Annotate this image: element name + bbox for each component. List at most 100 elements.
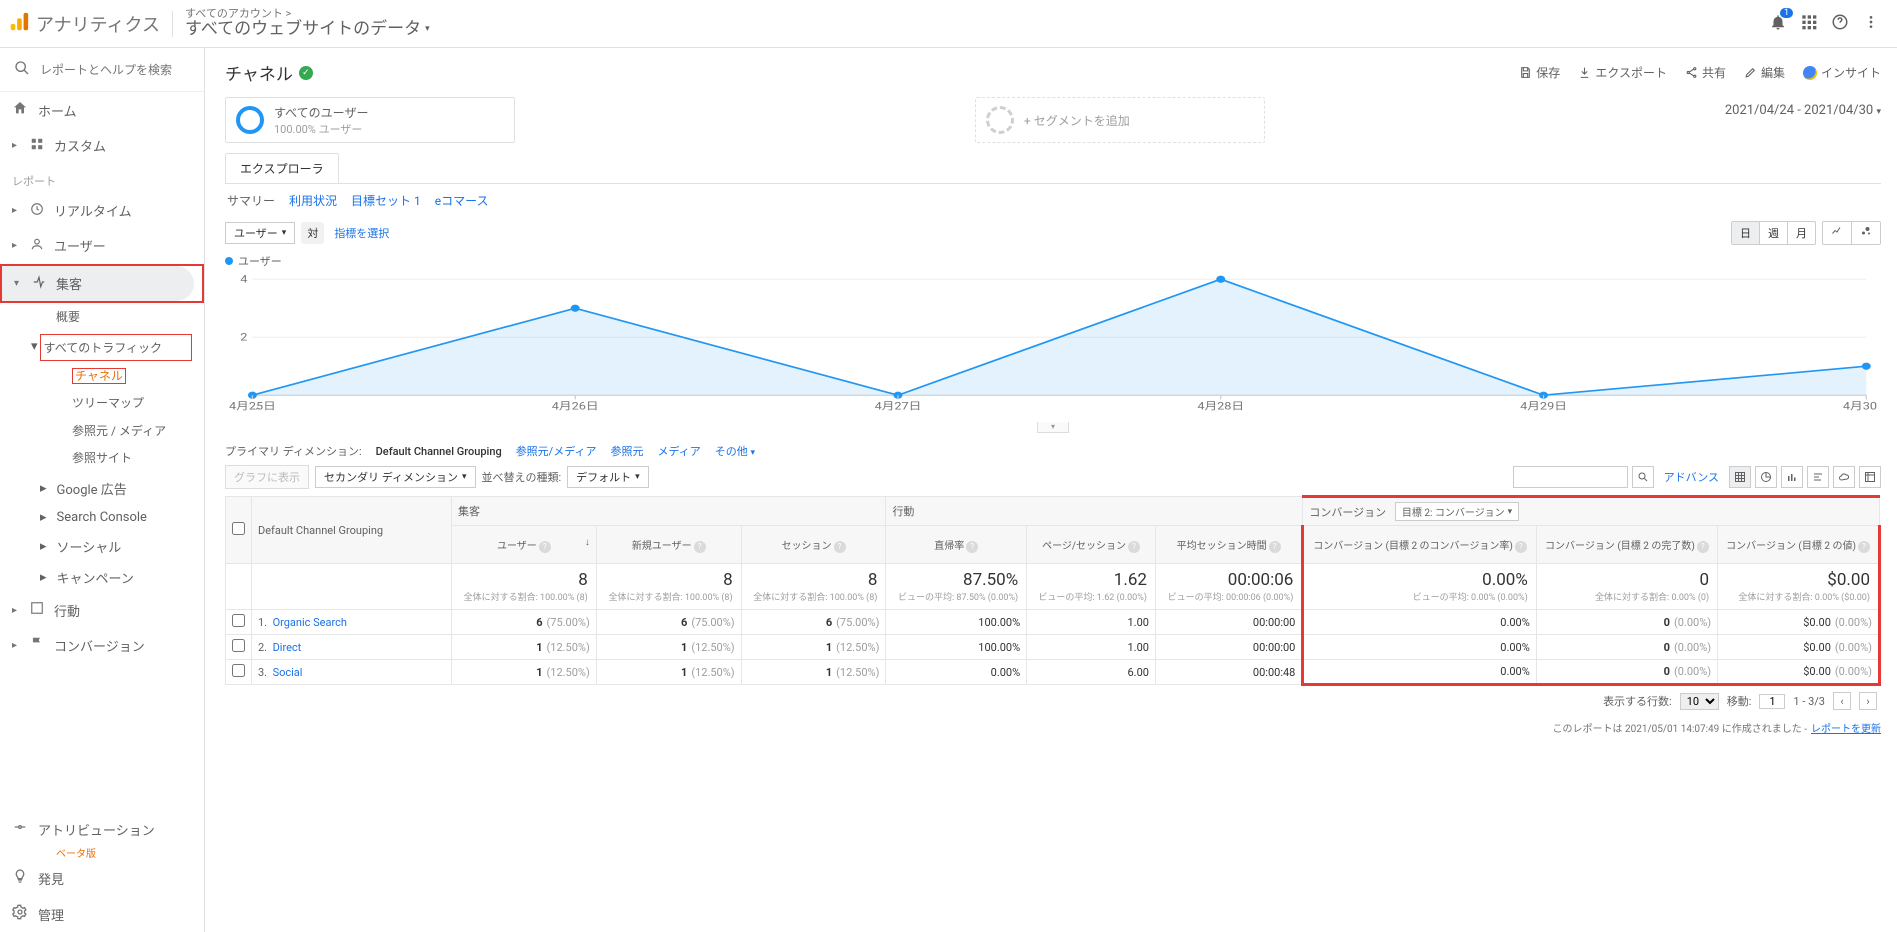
nav-acq-referrals[interactable]: 参照サイト bbox=[0, 445, 204, 473]
select-metric-link[interactable]: 指標を選択 bbox=[334, 225, 389, 241]
sort-type-selector[interactable]: デフォルト ▾ bbox=[567, 466, 649, 488]
edit-button[interactable]: 編集 bbox=[1744, 64, 1785, 81]
refresh-report-link[interactable]: レポートを更新 bbox=[1811, 724, 1881, 735]
legend-dot-icon bbox=[225, 257, 233, 265]
left-sidebar: ホーム ▸カスタム レポート ▸リアルタイム ▸ユーザー ▾集客 概要 ▾ すべ… bbox=[0, 48, 205, 932]
subtab-summary[interactable]: サマリー bbox=[227, 192, 275, 209]
table-search-button[interactable] bbox=[1632, 466, 1654, 488]
custom-icon bbox=[30, 137, 44, 155]
nav-user[interactable]: ▸ユーザー bbox=[0, 228, 204, 263]
col-users[interactable]: ユーザー? ↓ bbox=[452, 526, 597, 564]
nav-attribution[interactable]: アトリビューション bbox=[0, 811, 204, 847]
period-week[interactable]: 週 bbox=[1760, 222, 1788, 244]
notifications-button[interactable]: 1 bbox=[1769, 13, 1787, 35]
view-selector[interactable]: すべてのウェブサイトのデータ ▾ bbox=[185, 20, 430, 39]
subtab-ecommerce[interactable]: eコマース bbox=[435, 192, 489, 209]
sort-type-label: 並べ替えの種類: bbox=[482, 469, 562, 485]
goto-row-input[interactable] bbox=[1759, 694, 1785, 709]
col-conv-comp[interactable]: コンバージョン (目標 2 の完了数)? bbox=[1536, 526, 1717, 564]
nav-behavior[interactable]: ▸行動 bbox=[0, 593, 204, 628]
nav-acquisition[interactable]: ▾集客 bbox=[2, 266, 194, 301]
rows-per-page-select[interactable]: 10 bbox=[1680, 693, 1719, 710]
insight-button[interactable]: インサイト bbox=[1803, 64, 1881, 81]
nav-search-console[interactable]: ▸Search Console bbox=[0, 504, 204, 531]
col-avg-dur[interactable]: 平均セッション時間? bbox=[1155, 526, 1302, 564]
channel-link[interactable]: Social bbox=[273, 666, 303, 679]
table-search-input[interactable] bbox=[1513, 466, 1628, 488]
nav-social[interactable]: ▸ソーシャル bbox=[0, 531, 204, 562]
period-month[interactable]: 月 bbox=[1788, 222, 1815, 244]
nav-acq-treemap[interactable]: ツリーマップ bbox=[0, 390, 204, 418]
col-conv-rate[interactable]: コンバージョン (目標 2 のコンバージョン率)? bbox=[1303, 526, 1536, 564]
add-segment-button[interactable]: + セグメントを追加 bbox=[975, 97, 1265, 143]
subtab-goalset[interactable]: 目標セット 1 bbox=[351, 192, 421, 209]
export-button[interactable]: エクスポート bbox=[1578, 64, 1667, 81]
help-icon[interactable] bbox=[1831, 13, 1849, 35]
bulb-icon bbox=[12, 868, 28, 888]
nav-home[interactable]: ホーム bbox=[0, 92, 204, 128]
more-icon[interactable] bbox=[1863, 14, 1879, 34]
period-day[interactable]: 日 bbox=[1732, 222, 1760, 244]
nav-acq-all-traffic[interactable]: ▾ すべてのトラフィック bbox=[40, 334, 192, 361]
nav-acq-overview[interactable]: 概要 bbox=[0, 304, 204, 332]
nav-google-ads[interactable]: ▸Google 広告 bbox=[0, 473, 204, 504]
explorer-tab[interactable]: エクスプローラ bbox=[225, 153, 339, 183]
metric-selector[interactable]: ユーザー ▾ bbox=[225, 222, 295, 244]
secondary-dim-selector[interactable]: セカンダリ ディメンション ▾ bbox=[315, 466, 476, 488]
nav-discover[interactable]: 発見 bbox=[0, 860, 204, 896]
nav-acq-source-medium[interactable]: 参照元 / メディア bbox=[0, 418, 204, 446]
behavior-icon bbox=[30, 601, 44, 619]
apps-icon[interactable] bbox=[1801, 14, 1817, 34]
view-performance-icon[interactable] bbox=[1781, 466, 1803, 488]
view-percentage-icon[interactable] bbox=[1755, 466, 1777, 488]
chevron-down-icon: ▾ bbox=[1876, 107, 1881, 117]
col-new-users[interactable]: 新規ユーザー? bbox=[596, 526, 741, 564]
row-checkbox[interactable] bbox=[232, 639, 245, 652]
dim-default-grouping[interactable]: Default Channel Grouping bbox=[376, 445, 502, 458]
segment-all-users[interactable]: すべてのユーザー 100.00% ユーザー bbox=[225, 97, 515, 143]
next-page-button[interactable]: › bbox=[1859, 692, 1877, 710]
col-pps[interactable]: ページ/セッション? bbox=[1027, 526, 1156, 564]
svg-text:2: 2 bbox=[240, 330, 248, 343]
view-pivot-icon[interactable] bbox=[1859, 466, 1881, 488]
share-button[interactable]: 共有 bbox=[1685, 64, 1726, 81]
subtab-usage[interactable]: 利用状況 bbox=[289, 192, 337, 209]
row-checkbox[interactable] bbox=[232, 664, 245, 677]
chart-line-icon[interactable] bbox=[1823, 222, 1852, 244]
rows-label: 表示する行数: bbox=[1603, 693, 1672, 709]
channel-link[interactable]: Direct bbox=[273, 641, 302, 654]
advance-filter-link[interactable]: アドバンス bbox=[1664, 469, 1719, 485]
nav-campaigns[interactable]: ▸キャンペーン bbox=[0, 562, 204, 593]
select-all-checkbox[interactable] bbox=[232, 522, 245, 535]
date-range-selector[interactable]: 2021/04/24 - 2021/04/30 ▾ bbox=[1725, 97, 1881, 118]
view-cloud-icon[interactable] bbox=[1833, 466, 1855, 488]
dim-source-medium[interactable]: 参照元/メディア bbox=[516, 443, 597, 459]
chart-motion-icon[interactable] bbox=[1852, 222, 1880, 244]
nav-conversion[interactable]: ▸コンバージョン bbox=[0, 628, 204, 663]
nav-admin[interactable]: 管理 bbox=[0, 896, 204, 932]
dim-other[interactable]: その他 ▾ bbox=[715, 443, 755, 459]
nav-custom[interactable]: ▸カスタム bbox=[0, 128, 204, 163]
view-comparison-icon[interactable] bbox=[1807, 466, 1829, 488]
chart-expand-handle[interactable]: ▾ bbox=[1037, 422, 1069, 433]
col-conv-val[interactable]: コンバージョン (目標 2 の値)? bbox=[1718, 526, 1880, 564]
col-sessions[interactable]: セッション? bbox=[741, 526, 886, 564]
col-dcg[interactable]: Default Channel Grouping bbox=[252, 497, 452, 564]
prev-page-button[interactable]: ‹ bbox=[1833, 692, 1851, 710]
dim-medium[interactable]: メディア bbox=[657, 443, 700, 459]
view-table-icon[interactable] bbox=[1729, 466, 1751, 488]
row-checkbox[interactable] bbox=[232, 614, 245, 627]
svg-text:4月29日: 4月29日 bbox=[1520, 400, 1567, 413]
save-button[interactable]: 保存 bbox=[1519, 64, 1560, 81]
nav-realtime[interactable]: ▸リアルタイム bbox=[0, 193, 204, 228]
goal-selector[interactable]: 目標 2: コンバージョン ▾ bbox=[1395, 502, 1519, 521]
svg-text:4月26日: 4月26日 bbox=[552, 400, 599, 413]
nav-acq-channel[interactable]: チャネル bbox=[72, 368, 126, 384]
table-row: 3. Social 1(12.50%) 1(12.50%) 1(12.50%) … bbox=[226, 660, 1880, 685]
col-bounce[interactable]: 直帰率? bbox=[886, 526, 1027, 564]
col-group-conversion: コンバージョン bbox=[1309, 506, 1386, 519]
caret-down-icon: ▾ bbox=[31, 339, 38, 356]
channel-link[interactable]: Organic Search bbox=[273, 616, 347, 629]
dim-source[interactable]: 参照元 bbox=[610, 443, 643, 459]
search-input[interactable] bbox=[40, 63, 196, 77]
